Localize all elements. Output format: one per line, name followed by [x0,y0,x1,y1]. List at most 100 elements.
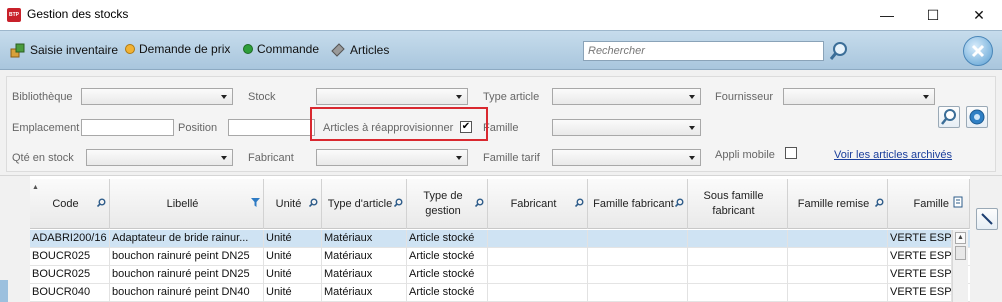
position-label: Position [178,122,218,134]
column-header-code[interactable]: ▲ Code [30,179,110,229]
cell-type-gestion: Article stocké [407,248,488,266]
column-header-sous-famille-fabricant[interactable]: Sous famille fabricant [688,179,788,229]
column-header-unite[interactable]: Unité [264,179,322,229]
close-module-button[interactable] [963,36,993,66]
bibliotheque-select[interactable] [81,88,233,105]
cell-code: ADABRI200/16 [30,230,110,248]
search-icon[interactable] [875,198,884,207]
column-label: Libellé [166,197,199,210]
cell-libelle: Adaptateur de bride rainur... [110,230,264,248]
minimize-button[interactable]: — [864,0,910,30]
commande-button[interactable]: Commande [243,42,319,56]
right-side-panel [970,176,1002,302]
column-header-type-article[interactable]: Type d'article [322,179,407,229]
pen-icon [981,213,993,225]
close-icon [971,44,985,58]
appli-mobile-checkbox[interactable] [785,147,797,159]
cell-famille: VERTE ESPAG [888,266,952,284]
filter-icon[interactable] [251,198,260,207]
left-panel-tab[interactable] [0,280,8,302]
search-icon[interactable] [309,198,318,207]
status-dot-orange-icon [125,44,135,54]
scroll-up-arrow-icon[interactable]: ▲ [955,232,966,244]
fournisseur-select[interactable] [783,88,935,105]
articles-button[interactable]: Articles [330,42,389,58]
appli-mobile-label: Appli mobile [715,149,775,161]
edit-button[interactable] [976,208,998,230]
type-article-select[interactable] [552,88,701,105]
cell-unite: Unité [264,266,322,284]
cell-sous-famille [688,284,788,302]
search-input[interactable]: Rechercher [583,41,824,61]
stock-select[interactable] [316,88,468,105]
maximize-button[interactable]: ☐ [910,0,956,30]
column-label: Fabricant [510,197,557,210]
reset-filter-button[interactable] [966,106,988,128]
articles-grid: ▲ Code Libellé Unité Type d'article Type… [30,179,970,302]
cell-unite: Unité [264,248,322,266]
status-dot-green-icon [243,44,253,54]
cell-type-gestion: Article stocké [407,266,488,284]
search-icon[interactable] [575,198,584,207]
qte-stock-select[interactable] [86,149,233,166]
cell-famille: VERTE ESPAG [888,248,952,266]
cell-unite: Unité [264,230,322,248]
fabricant-label: Fabricant [248,152,294,164]
emplacement-input[interactable] [81,119,174,136]
table-row[interactable]: ADABRI200/16 Adaptateur de bride rainur.… [30,230,970,248]
column-label: Famille fabricant [593,197,674,210]
column-label: Unité [275,197,302,210]
archived-articles-link[interactable]: Voir les articles archivés [834,149,952,161]
cell-fabricant [488,248,588,266]
demande-de-prix-label: Demande de prix [139,42,231,56]
table-row[interactable]: BOUCR025 bouchon rainuré peint DN25 Unit… [30,266,970,284]
stock-label: Stock [248,91,276,103]
column-header-famille-fabricant[interactable]: Famille fabricant [588,179,688,229]
cell-libelle: bouchon rainuré peint DN25 [110,248,264,266]
fabricant-select[interactable] [316,149,468,166]
column-header-libelle[interactable]: Libellé [110,179,264,229]
column-header-famille-remise[interactable]: Famille remise [788,179,888,229]
demande-de-prix-button[interactable]: Demande de prix [125,42,230,56]
search-icon[interactable] [475,198,484,207]
search-icon[interactable] [97,198,106,207]
column-header-type-gestion[interactable]: Type de gestion [407,179,488,229]
search-icon[interactable] [675,198,684,207]
famille-select[interactable] [552,119,701,136]
cell-famille-fabricant [588,230,688,248]
inventory-icon [10,43,25,58]
cell-libelle: bouchon rainuré peint DN40 [110,284,264,302]
search-icon[interactable] [394,198,403,207]
cell-type-gestion: Article stocké [407,230,488,248]
cell-code: BOUCR025 [30,248,110,266]
emplacement-label: Emplacement [12,122,80,134]
cell-famille-remise [788,248,888,266]
highlight-annotation [310,107,488,141]
vertical-scrollbar[interactable]: ▲ [952,230,968,302]
table-row[interactable]: BOUCR025 bouchon rainuré peint DN25 Unit… [30,248,970,266]
cell-unite: Unité [264,284,322,302]
search-filter-button[interactable] [938,106,960,128]
famille-label: Famille [483,122,519,134]
bibliotheque-label: Bibliothèque [12,91,73,103]
cell-sous-famille [688,266,788,284]
column-header-fabricant[interactable]: Fabricant [488,179,588,229]
close-window-button[interactable]: ✕ [956,0,1002,30]
qte-stock-label: Qté en stock [12,152,74,164]
table-row[interactable]: BOUCR040 bouchon rainuré peint DN40 Unit… [30,284,970,302]
famille-tarif-select[interactable] [552,149,701,166]
toolbar: Saisie inventaire Demande de prix Comman… [0,30,1002,70]
commande-label: Commande [257,42,320,56]
cell-famille-fabricant [588,248,688,266]
column-chooser-icon[interactable] [953,196,963,208]
search-icon[interactable] [828,40,850,62]
saisie-inventaire-button[interactable]: Saisie inventaire [10,42,118,58]
column-header-famille[interactable]: Famille [888,179,970,229]
scrollbar-thumb[interactable] [955,246,966,260]
position-input[interactable] [228,119,315,136]
app-logo: BTP [7,8,21,22]
cell-famille-remise [788,230,888,248]
articles-label: Articles [350,43,390,57]
cell-famille-remise [788,284,888,302]
fournisseur-label: Fournisseur [715,91,774,103]
